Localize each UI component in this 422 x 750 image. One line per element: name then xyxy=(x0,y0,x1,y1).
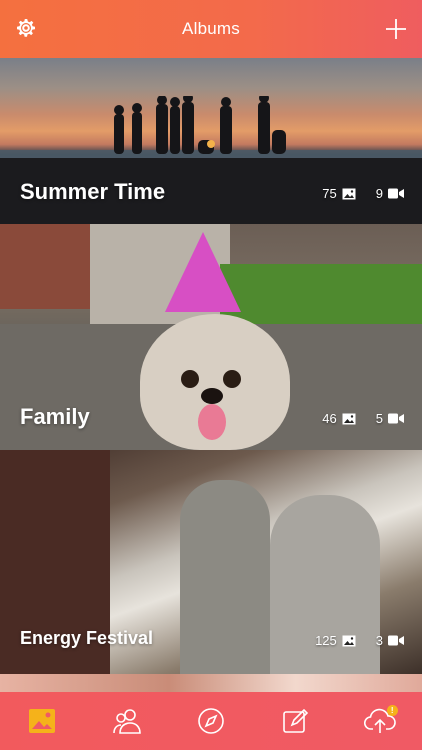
photo-count: 46 xyxy=(322,411,337,426)
tab-edit[interactable] xyxy=(275,701,315,741)
dog-face-image xyxy=(181,370,241,440)
top-bar: Albums xyxy=(0,0,422,58)
photo-icon xyxy=(342,188,356,199)
tab-explore[interactable] xyxy=(191,701,231,741)
album-card-energy-festival[interactable]: Energy Festival 125 3 xyxy=(0,450,422,674)
notification-badge: ! xyxy=(386,705,398,716)
cover-detail xyxy=(180,480,270,674)
plus-icon[interactable] xyxy=(384,17,408,41)
albums-icon xyxy=(29,709,56,733)
edit-icon xyxy=(283,708,309,733)
video-icon xyxy=(388,635,404,646)
album-counts: 75 9 xyxy=(322,186,404,201)
party-hat-image xyxy=(165,232,241,312)
compass-icon xyxy=(198,708,224,734)
tab-albums[interactable] xyxy=(22,701,62,741)
video-count: 9 xyxy=(375,186,383,201)
album-title: Family xyxy=(20,404,90,429)
photo-icon xyxy=(342,635,356,646)
album-counts: 125 3 xyxy=(315,633,404,648)
cover-detail xyxy=(0,224,90,309)
album-card-partial[interactable] xyxy=(0,674,422,692)
tab-bar: ! xyxy=(0,692,422,750)
album-card-summer-time[interactable]: Summer Time 75 9 xyxy=(0,58,422,224)
album-title: Summer Time xyxy=(20,179,166,204)
photo-count: 125 xyxy=(315,633,337,648)
tab-upload[interactable]: ! xyxy=(360,701,400,741)
video-icon xyxy=(388,413,404,424)
gear-icon[interactable] xyxy=(14,16,38,40)
video-icon xyxy=(388,188,404,199)
tab-people[interactable] xyxy=(107,701,147,741)
page-title: Albums xyxy=(182,19,240,38)
video-count: 5 xyxy=(375,411,383,426)
photo-icon xyxy=(342,413,356,424)
people-icon xyxy=(112,709,141,734)
photo-count: 75 xyxy=(322,186,337,201)
album-counts: 46 5 xyxy=(322,411,404,426)
album-card-family[interactable]: Family 46 5 xyxy=(0,224,422,450)
silhouettes-image xyxy=(114,96,286,154)
album-cover-image xyxy=(0,674,422,692)
video-count: 3 xyxy=(375,633,383,648)
album-title: Energy Festival xyxy=(20,628,154,648)
